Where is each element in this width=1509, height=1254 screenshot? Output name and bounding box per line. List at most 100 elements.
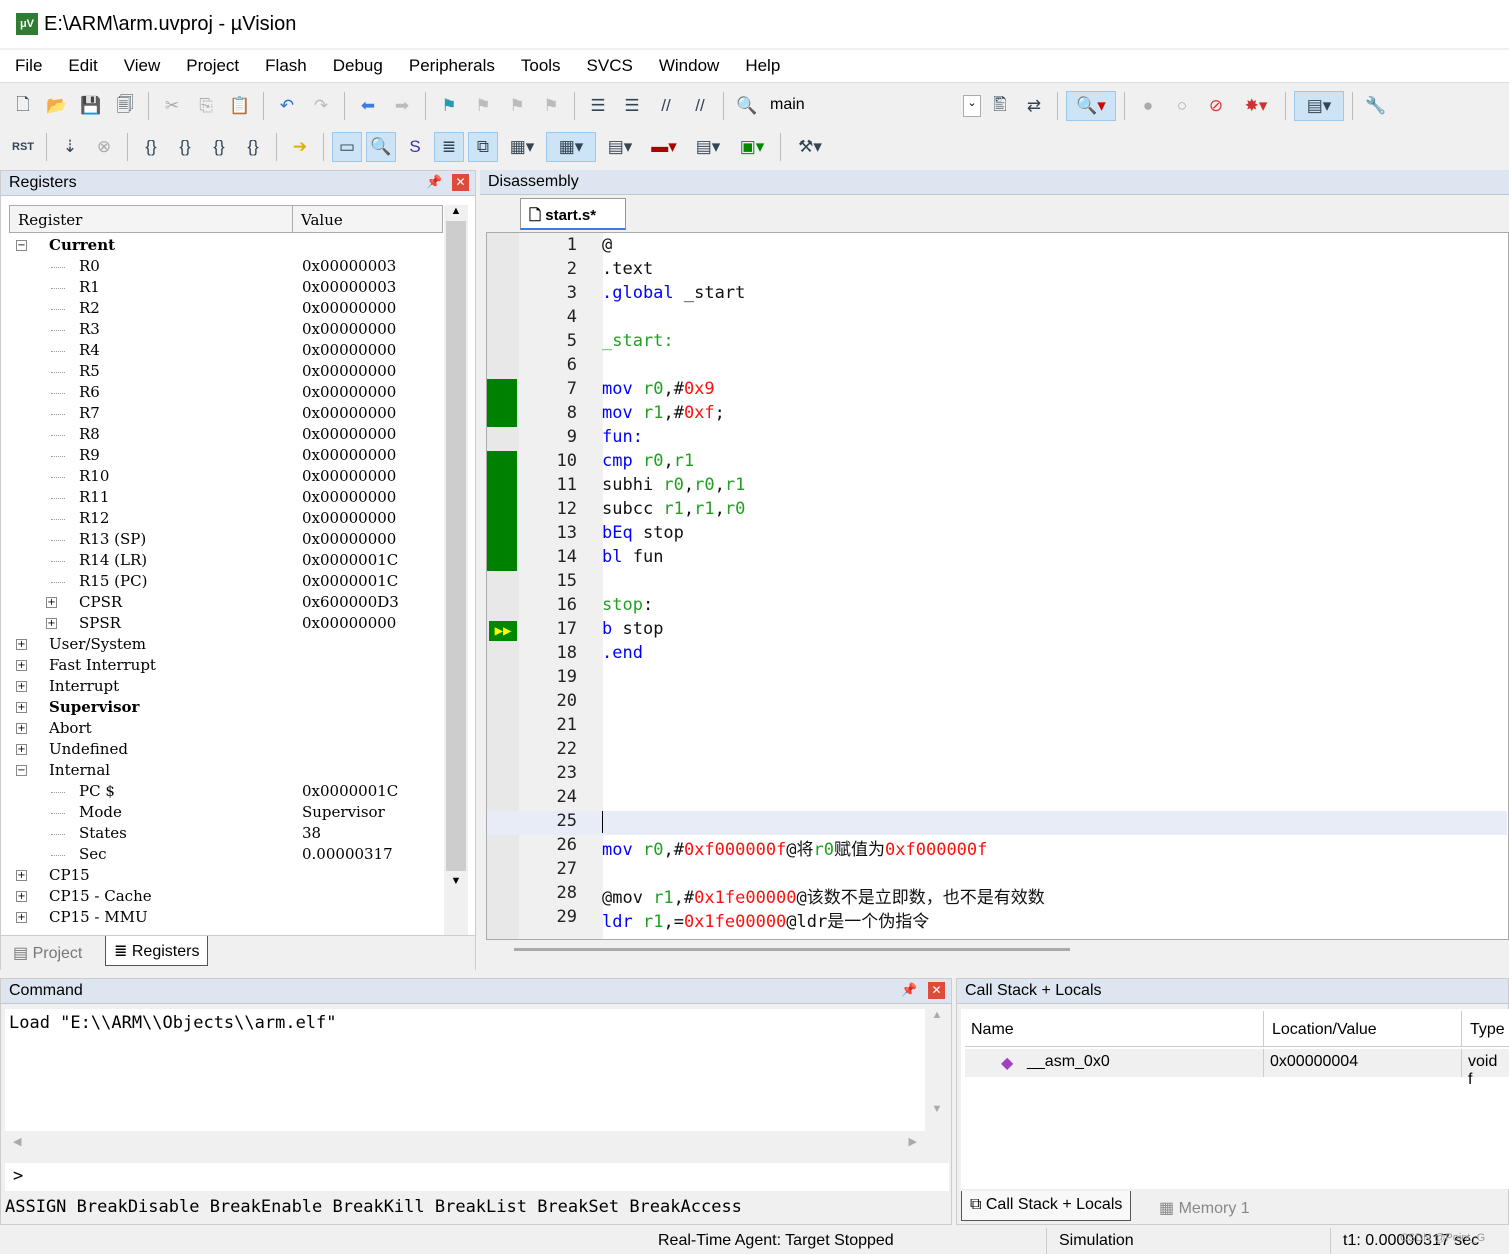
code-line[interactable]: 23 xyxy=(487,763,1507,787)
menu-tools[interactable]: Tools xyxy=(506,50,572,76)
nav-forward-icon[interactable]: ➡ xyxy=(387,91,417,121)
registers-window-icon[interactable]: ≣ xyxy=(434,132,464,162)
prev-bookmark-icon[interactable]: ⚑ xyxy=(468,91,498,121)
cut-icon[interactable]: ✂ xyxy=(157,91,187,121)
code-line[interactable]: 20 xyxy=(487,691,1507,715)
register-value[interactable]: 0x0000001C xyxy=(302,572,398,590)
command-input[interactable]: > xyxy=(5,1163,949,1191)
register-value[interactable]: 0x00000000 xyxy=(302,488,396,506)
code-line[interactable]: 18 .end xyxy=(487,643,1507,667)
menu-view[interactable]: View xyxy=(109,50,172,76)
close-icon[interactable]: ✕ xyxy=(452,174,469,191)
register-row[interactable]: Mode Supervisor xyxy=(13,803,443,824)
code-editor[interactable]: 1 @2 .text 3 .global _start 4 5 _start: 6 7 mov r0… xyxy=(486,232,1509,940)
find-in-files-icon[interactable]: 🔍 xyxy=(732,91,762,121)
menu-debug[interactable]: Debug xyxy=(318,50,394,76)
register-row[interactable]: R10 0x00000000 xyxy=(13,467,443,488)
expand-icon[interactable]: + xyxy=(46,597,57,608)
nav-back-icon[interactable]: ⬅ xyxy=(353,91,383,121)
paste-icon[interactable]: 📋 xyxy=(225,91,255,121)
clear-bookmarks-icon[interactable]: ⚑ xyxy=(536,91,566,121)
register-value[interactable]: 0x00000000 xyxy=(302,509,396,527)
run-to-cursor-icon[interactable]: {} xyxy=(238,132,268,162)
save-all-icon[interactable]: 🗐 xyxy=(110,91,140,121)
window-layout-icon[interactable]: ▤▾ xyxy=(1294,91,1344,121)
code-line[interactable]: 19 xyxy=(487,667,1507,691)
callstack-row[interactable]: ◆ __asm_0x0 0x00000004 void f xyxy=(965,1049,1509,1088)
show-next-statement-icon[interactable]: ➔ xyxy=(285,132,315,162)
register-value[interactable]: 0x00000000 xyxy=(302,530,396,548)
expand-icon[interactable]: + xyxy=(16,891,27,902)
code-line[interactable]: 22 xyxy=(487,739,1507,763)
register-value[interactable]: 0x00000003 xyxy=(302,257,396,275)
register-row[interactable]: − Internal xyxy=(13,761,443,782)
memory-window-icon[interactable]: ▦▾ xyxy=(546,132,596,162)
configure-icon[interactable]: 🔧 xyxy=(1361,91,1391,121)
code-line[interactable]: 14 bl fun xyxy=(487,547,1507,571)
register-row[interactable]: + CPSR 0x600000D3 xyxy=(13,593,443,614)
step-out-icon[interactable]: {} xyxy=(204,132,234,162)
expand-icon[interactable]: + xyxy=(16,744,27,755)
column-register[interactable]: Register xyxy=(18,211,82,229)
code-line[interactable]: 9 fun: xyxy=(487,427,1507,451)
reset-icon[interactable]: RST xyxy=(8,132,38,162)
code-line[interactable]: 27 xyxy=(487,859,1507,883)
code-line[interactable]: 29 ldr r1,=0x1fe00000@ldr是一个伪指令 xyxy=(487,907,1507,932)
register-row[interactable]: R11 0x00000000 xyxy=(13,488,443,509)
code-line[interactable]: 3 .global _start xyxy=(487,283,1507,307)
register-row[interactable]: R7 0x00000000 xyxy=(13,404,443,425)
redo-icon[interactable]: ↷ xyxy=(306,91,336,121)
register-row[interactable]: + SPSR 0x00000000 xyxy=(13,614,443,635)
pin-icon[interactable]: 📌 xyxy=(901,982,917,998)
collapse-icon[interactable]: − xyxy=(16,765,27,776)
register-row[interactable]: + User/System xyxy=(13,635,443,656)
menu-peripherals[interactable]: Peripherals xyxy=(394,50,506,76)
target-combo[interactable]: main ⌄ xyxy=(766,93,981,119)
run-icon[interactable]: ⇣ xyxy=(55,132,85,162)
register-row[interactable]: + Interrupt xyxy=(13,677,443,698)
command-hscrollbar[interactable]: ◀ ▶ xyxy=(5,1131,925,1153)
register-row[interactable]: Sec 0.00000317 xyxy=(13,845,443,866)
disassembly-window-icon[interactable]: 🔍 xyxy=(366,132,396,162)
register-value[interactable]: 38 xyxy=(302,824,321,842)
code-line[interactable]: 2 .text xyxy=(487,259,1507,283)
register-row[interactable]: R12 0x00000000 xyxy=(13,509,443,530)
register-row[interactable]: + Abort xyxy=(13,719,443,740)
step-into-icon[interactable]: {} xyxy=(136,132,166,162)
close-icon[interactable]: ✕ xyxy=(928,982,945,999)
menu-flash[interactable]: Flash xyxy=(250,50,318,76)
register-row[interactable]: R4 0x00000000 xyxy=(13,341,443,362)
register-row[interactable]: R15 (PC) 0x0000001C xyxy=(13,572,443,593)
insert-breakpoint-icon[interactable]: ● xyxy=(1133,91,1163,121)
code-line[interactable]: 8 mov r1,#0xf; xyxy=(487,403,1507,427)
register-value[interactable]: 0x00000000 xyxy=(302,362,396,380)
expand-icon[interactable]: + xyxy=(16,702,27,713)
kill-breakpoints-icon[interactable]: ✸▾ xyxy=(1235,91,1277,121)
collapse-icon[interactable]: − xyxy=(16,240,27,251)
expand-icon[interactable]: + xyxy=(16,870,27,881)
bookmark-icon[interactable]: ⚑ xyxy=(434,91,464,121)
enable-breakpoint-icon[interactable]: ○ xyxy=(1167,91,1197,121)
file-tab-start-s[interactable]: 🗋 start.s* xyxy=(520,198,626,230)
register-row[interactable]: R14 (LR) 0x0000001C xyxy=(13,551,443,572)
code-line[interactable]: 6 xyxy=(487,355,1507,379)
code-line[interactable]: 7 mov r0,#0x9 xyxy=(487,379,1507,403)
copy-icon[interactable]: ⎘ xyxy=(191,91,221,121)
register-row[interactable]: + CP15 xyxy=(13,866,443,887)
register-row[interactable]: + Supervisor xyxy=(13,698,443,719)
register-row[interactable]: R2 0x00000000 xyxy=(13,299,443,320)
register-value[interactable]: 0x00000000 xyxy=(302,383,396,401)
code-line[interactable]: 10 cmp r0,r1 xyxy=(487,451,1507,475)
expand-icon[interactable]: + xyxy=(46,618,57,629)
code-line[interactable]: 1 @ xyxy=(487,235,1507,259)
register-value[interactable]: 0x00000000 xyxy=(302,320,396,338)
menu-edit[interactable]: Edit xyxy=(53,50,108,76)
expand-icon[interactable]: + xyxy=(16,681,27,692)
register-value[interactable]: 0.00000317 xyxy=(302,845,393,863)
code-line[interactable]: 15 xyxy=(487,571,1507,595)
code-line[interactable]: 16 stop: xyxy=(487,595,1507,619)
menu-help[interactable]: Help xyxy=(730,50,791,76)
register-row[interactable]: R9 0x00000000 xyxy=(13,446,443,467)
code-line[interactable]: ▶▶ 17 b stop xyxy=(487,619,1507,643)
register-row[interactable]: + CP15 - Cache xyxy=(13,887,443,908)
